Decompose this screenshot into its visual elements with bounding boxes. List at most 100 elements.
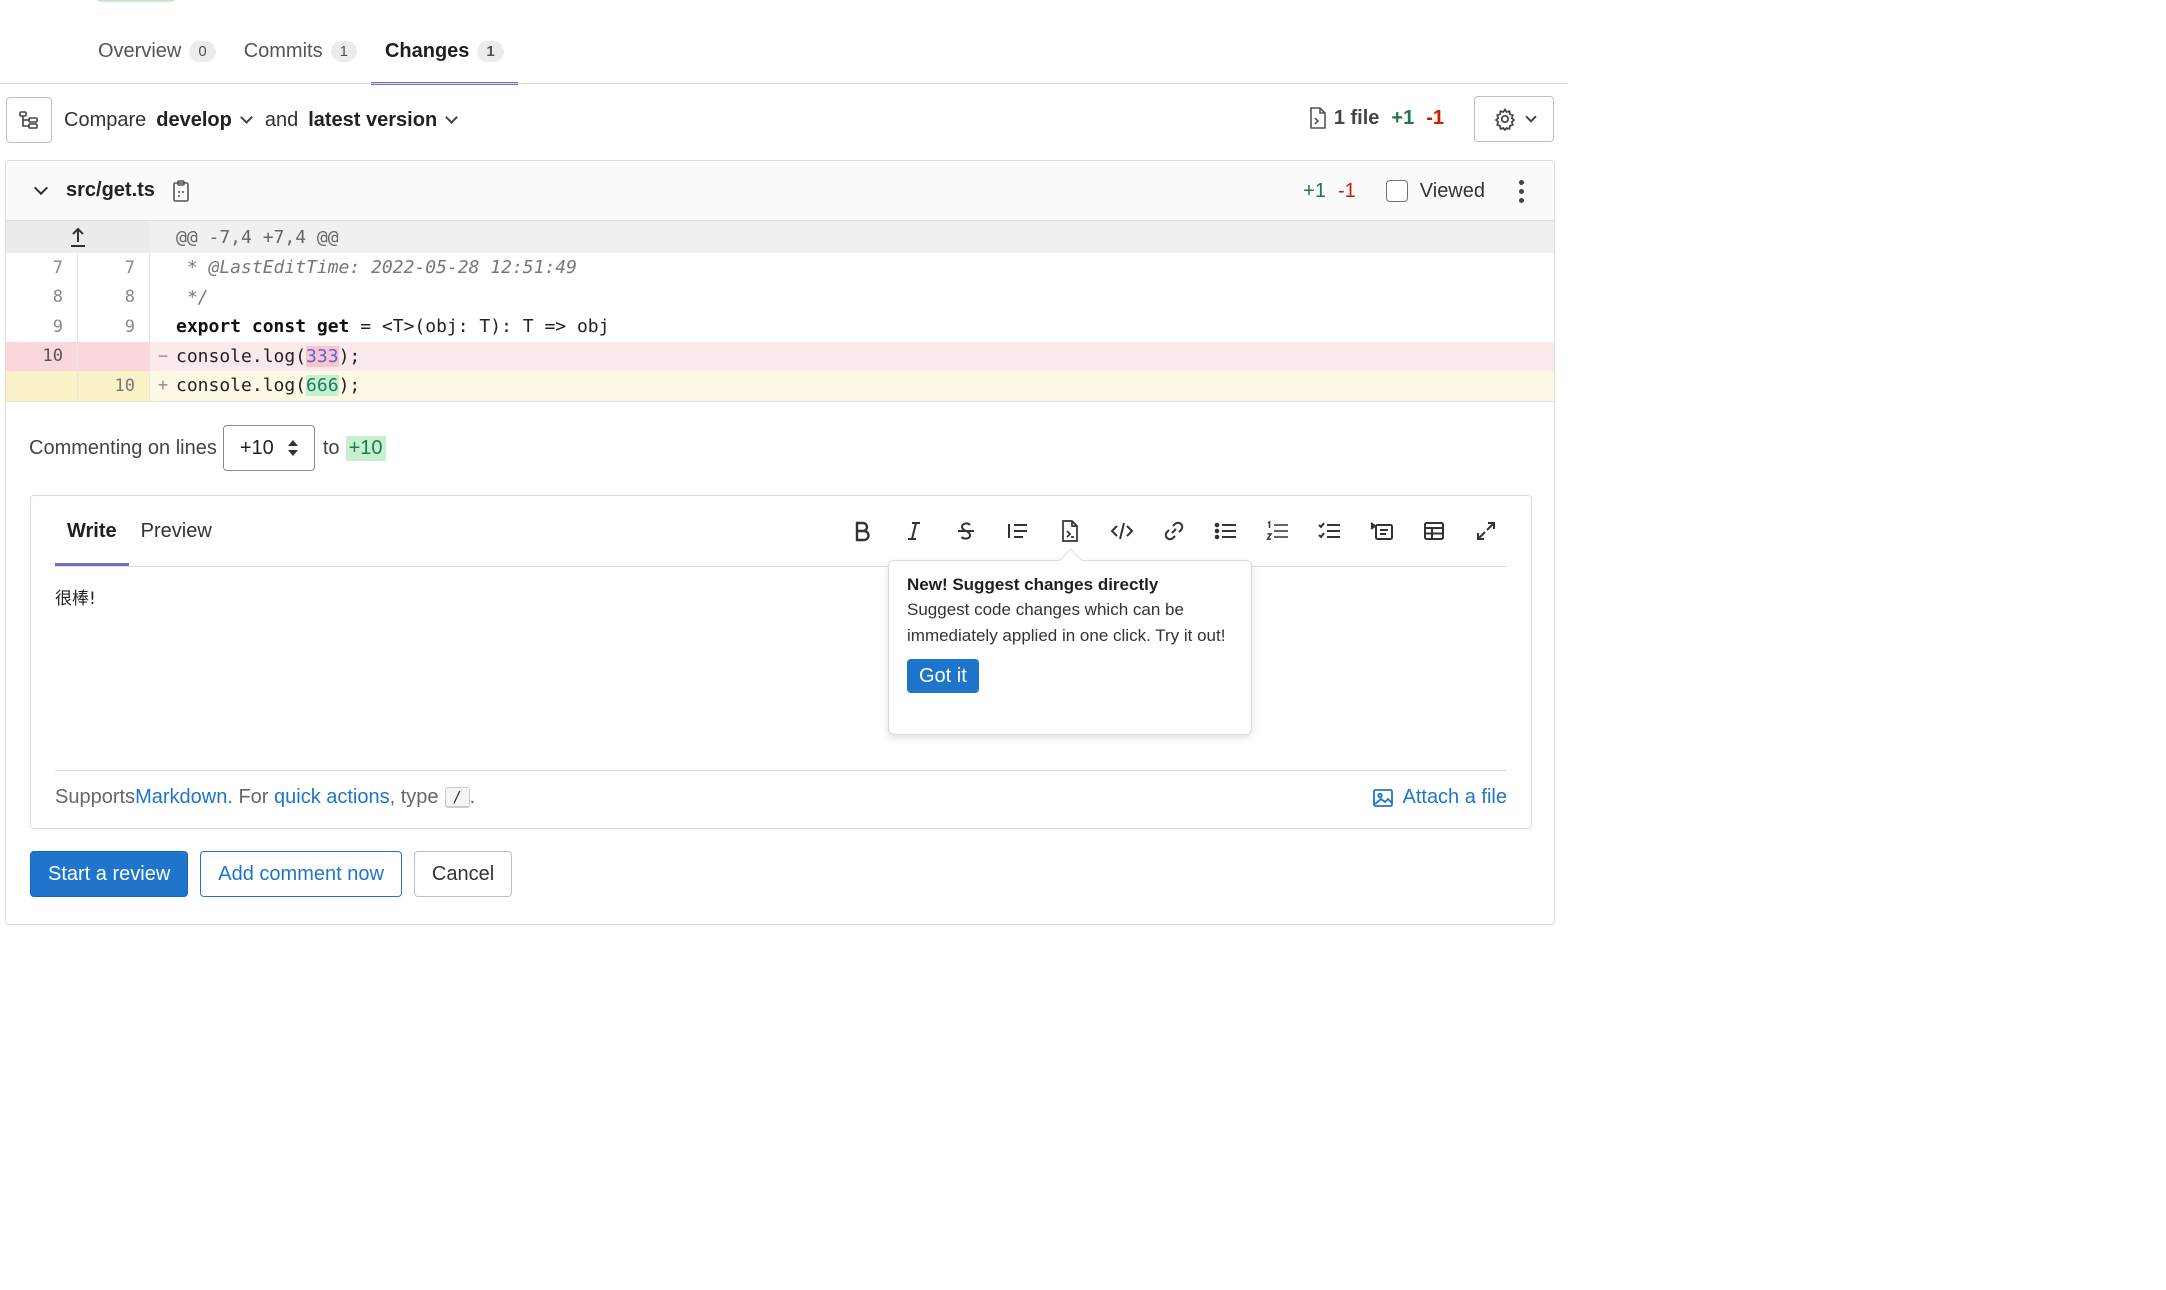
tab-count-badge: 1 bbox=[477, 41, 504, 62]
new-line-number[interactable] bbox=[78, 341, 150, 371]
tab-write[interactable]: Write bbox=[55, 496, 129, 566]
line-content: * @LastEditTime: 2022-05-28 12:51:49 bbox=[176, 257, 577, 279]
expand-up-button[interactable] bbox=[6, 221, 150, 253]
attach-file-button[interactable]: Attach a file bbox=[1372, 786, 1507, 809]
changed-token: 333 bbox=[306, 345, 339, 367]
bullet-list-icon[interactable] bbox=[1205, 510, 1247, 552]
new-line-number[interactable]: 8 bbox=[78, 282, 150, 312]
tab-count-badge: 0 bbox=[189, 41, 216, 62]
to-label: to bbox=[322, 436, 340, 459]
base-branch-dropdown[interactable]: develop bbox=[156, 108, 253, 132]
attach-file-label: Attach a file bbox=[1402, 786, 1507, 808]
fullscreen-icon[interactable] bbox=[1465, 510, 1507, 552]
suggestion-icon[interactable] bbox=[1049, 510, 1091, 552]
start-line-value: +10 bbox=[239, 436, 274, 459]
got-it-button[interactable]: Got it bbox=[907, 659, 979, 693]
and-label: and bbox=[264, 108, 299, 131]
expand-up-icon bbox=[71, 227, 85, 247]
file-path[interactable]: src/get.ts bbox=[66, 179, 155, 202]
copy-path-button[interactable] bbox=[171, 179, 191, 203]
new-line-number[interactable]: 9 bbox=[78, 312, 150, 342]
quote-icon[interactable] bbox=[997, 510, 1039, 552]
compare-label: Compare bbox=[64, 108, 147, 131]
tab-commits[interactable]: Commits 1 bbox=[230, 20, 371, 83]
comment-actions: Start a review Add comment now Cancel bbox=[30, 851, 513, 897]
tab-label: Overview bbox=[98, 40, 182, 62]
markdown-link[interactable]: Markdown bbox=[135, 786, 227, 809]
version-dropdown[interactable]: latest version bbox=[308, 108, 459, 132]
for-label: . For bbox=[227, 786, 274, 808]
compare-bar: Compare develop and latest version 1 fil… bbox=[6, 96, 1554, 144]
old-line-number[interactable]: 8 bbox=[6, 282, 78, 312]
tab-count-badge: 1 bbox=[330, 41, 357, 62]
link-icon[interactable] bbox=[1153, 510, 1195, 552]
changed-token: 666 bbox=[306, 375, 339, 397]
code-icon[interactable] bbox=[1101, 510, 1143, 552]
diff-file-header: src/get.ts +1 -1 Viewed bbox=[6, 161, 1554, 221]
tab-changes[interactable]: Changes 1 bbox=[370, 20, 518, 85]
quick-actions-link[interactable]: quick actions bbox=[274, 786, 390, 809]
old-line-number[interactable]: 9 bbox=[6, 312, 78, 342]
mr-tabs: Overview 0 Commits 1 Changes 1 bbox=[84, 20, 518, 85]
slash-kbd: / bbox=[444, 787, 470, 808]
select-arrows-icon bbox=[287, 440, 298, 456]
files-count: 1 file bbox=[1333, 106, 1380, 129]
diff-sign: − bbox=[157, 345, 169, 366]
code-prefix: console.log( bbox=[176, 375, 307, 397]
start-line-select[interactable]: +10 bbox=[222, 425, 315, 471]
tab-label: Changes bbox=[384, 40, 470, 62]
tab-label: Commits bbox=[243, 40, 323, 62]
diff-line-removed: 10 − console.log(333); bbox=[6, 341, 1554, 372]
supports-label: Supports bbox=[55, 786, 136, 808]
base-branch-name: develop bbox=[156, 108, 232, 131]
old-line-number[interactable]: 7 bbox=[6, 253, 78, 283]
editor-footer: Supports Markdown . For quick actions , … bbox=[55, 786, 1507, 809]
chevron-down-icon[interactable] bbox=[33, 180, 49, 195]
collapsible-section-icon[interactable] bbox=[1361, 510, 1403, 552]
code-suffix: ); bbox=[338, 345, 361, 367]
popover-body: Suggest code changes which can be immedi… bbox=[907, 600, 1226, 645]
diff-line: 9 9 export const get = <T>(obj: T): T =>… bbox=[6, 312, 1554, 342]
comment-textarea[interactable]: 很棒! bbox=[55, 584, 96, 609]
diff-line-added: 10 + console.log(666); bbox=[6, 371, 1554, 401]
tab-preview[interactable]: Preview bbox=[129, 496, 224, 566]
version-name: latest version bbox=[308, 108, 438, 131]
numbered-list-icon[interactable] bbox=[1257, 510, 1299, 552]
chevron-down-icon bbox=[445, 111, 459, 124]
type-label: , type bbox=[389, 786, 439, 808]
additions-count: +1 bbox=[1391, 106, 1415, 129]
strikethrough-icon[interactable] bbox=[945, 510, 987, 552]
commenting-label: Commenting on lines bbox=[29, 436, 217, 459]
diff-settings-button[interactable] bbox=[1474, 96, 1554, 142]
task-list-icon[interactable] bbox=[1309, 510, 1351, 552]
tab-overview[interactable]: Overview 0 bbox=[84, 20, 230, 83]
diff-line: 8 8 */ bbox=[6, 282, 1554, 312]
code-prefix: console.log( bbox=[176, 345, 307, 367]
file-tree-icon bbox=[19, 111, 38, 129]
end-line-value: +10 bbox=[345, 435, 386, 461]
line-content: console.log(333); bbox=[176, 342, 1554, 372]
kebab-menu-icon[interactable] bbox=[1519, 179, 1524, 203]
table-icon[interactable] bbox=[1413, 510, 1455, 552]
markdown-toolbar bbox=[841, 510, 1507, 552]
add-comment-now-button[interactable]: Add comment now bbox=[200, 851, 402, 897]
clipboard-icon bbox=[173, 179, 189, 202]
tabs-divider bbox=[0, 83, 1568, 84]
new-line-number[interactable]: 7 bbox=[78, 253, 150, 283]
old-line-number[interactable] bbox=[6, 371, 78, 401]
cancel-button[interactable]: Cancel bbox=[413, 851, 513, 897]
period-label: . bbox=[469, 786, 476, 808]
bold-icon[interactable] bbox=[841, 510, 883, 552]
file-deletions: -1 bbox=[1337, 179, 1356, 202]
italic-icon[interactable] bbox=[893, 510, 935, 552]
file-tree-toggle-button[interactable] bbox=[6, 97, 52, 143]
new-line-number[interactable]: 10 bbox=[78, 371, 150, 401]
old-line-number[interactable]: 10 bbox=[6, 341, 78, 371]
start-review-button[interactable]: Start a review bbox=[30, 851, 189, 897]
viewed-checkbox[interactable] bbox=[1385, 180, 1408, 202]
chevron-down-icon bbox=[239, 111, 253, 124]
diff-stats: 1 file +1 -1 bbox=[1308, 106, 1444, 130]
viewed-label[interactable]: Viewed bbox=[1420, 180, 1485, 203]
image-icon bbox=[1373, 788, 1394, 807]
comment-editor: Write Preview 很棒! Supports Markdown . Fo… bbox=[30, 495, 1532, 829]
